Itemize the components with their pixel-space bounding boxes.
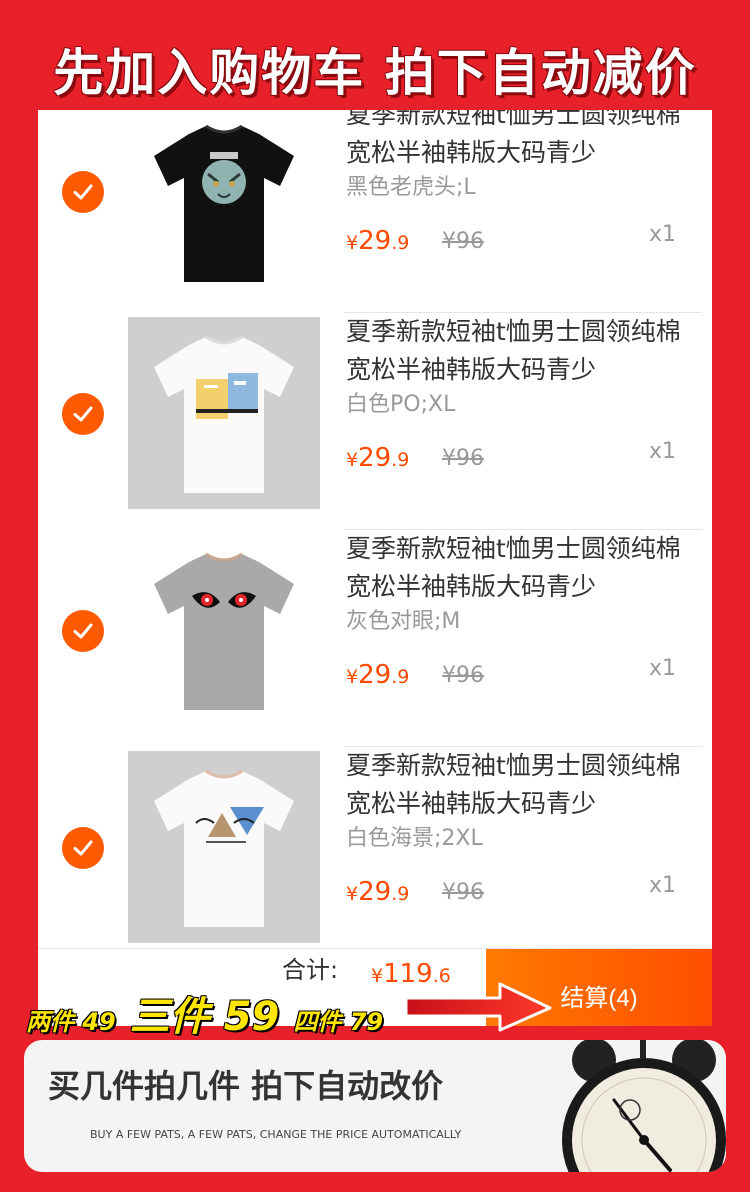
product-price: ¥29.9 bbox=[346, 443, 409, 475]
black-tshirt-image bbox=[154, 124, 294, 282]
price-integer: 29 bbox=[358, 877, 392, 907]
product-quantity[interactable]: x1 bbox=[649, 654, 676, 684]
white-tshirt-image bbox=[154, 335, 294, 493]
product-title[interactable]: 夏季新款短袖t恤男士圆领纯棉宽松半袖韩版大码青少 bbox=[346, 747, 686, 823]
product-title[interactable]: 夏季新款短袖t恤男士圆领纯棉宽松半袖韩版大码青少 bbox=[346, 110, 686, 172]
total-label: 合计: bbox=[282, 956, 339, 984]
product-quantity[interactable]: x1 bbox=[649, 220, 676, 250]
promo-three-items: 三件 59 bbox=[129, 994, 280, 1040]
item-checkbox[interactable] bbox=[62, 827, 104, 869]
cart-item[interactable]: 夏季新款短袖t恤男士圆领纯棉宽松半袖韩版大码青少 灰色对眼;M ¥29.9 ¥9… bbox=[38, 530, 712, 747]
cart-item[interactable]: 夏季新款短袖t恤男士圆领纯棉宽松半袖韩版大码青少 黑色老虎头;L ¥29.9 ¥… bbox=[38, 110, 712, 313]
promo-headline: 先加入购物车 拍下自动减价 bbox=[53, 44, 697, 102]
price-decimal: .9 bbox=[391, 883, 410, 905]
item-checkbox[interactable] bbox=[62, 393, 104, 435]
product-sku: 灰色对眼;M bbox=[346, 609, 461, 634]
checkmark-icon bbox=[73, 623, 93, 639]
item-checkbox[interactable] bbox=[62, 610, 104, 652]
original-price: ¥96 bbox=[442, 880, 484, 905]
product-price: ¥29.9 bbox=[346, 877, 409, 909]
promo-tiers: 两件 49 三件 59 四件 79 bbox=[26, 984, 383, 1040]
checkmark-icon bbox=[73, 406, 93, 422]
gray-tshirt-image bbox=[154, 552, 294, 710]
product-sku: 白色PO;XL bbox=[346, 392, 456, 417]
product-image[interactable] bbox=[128, 751, 320, 943]
price-decimal: .9 bbox=[391, 449, 410, 471]
cart-item[interactable]: 夏季新款短袖t恤男士圆领纯棉宽松半袖韩版大码青少 白色PO;XL ¥29.9 ¥… bbox=[38, 313, 712, 530]
promo-four-items: 四件 79 bbox=[293, 1008, 384, 1036]
currency-symbol: ¥ bbox=[346, 883, 359, 905]
product-image[interactable] bbox=[128, 317, 320, 509]
price-decimal: .9 bbox=[391, 666, 410, 688]
original-price: ¥96 bbox=[442, 229, 484, 254]
currency-symbol: ¥ bbox=[346, 666, 359, 688]
currency-symbol: ¥ bbox=[346, 449, 359, 471]
product-image[interactable] bbox=[128, 110, 320, 298]
original-price: ¥96 bbox=[442, 663, 484, 688]
price-decimal: .9 bbox=[391, 232, 410, 254]
product-price: ¥29.9 bbox=[346, 660, 409, 692]
product-image[interactable] bbox=[128, 534, 320, 726]
footer-title: 买几件拍几件 拍下自动改价 bbox=[48, 1067, 444, 1105]
footer-subtitle: BUY A FEW PATS, A FEW PATS, CHANGE THE P… bbox=[90, 1128, 462, 1141]
alarm-clock-icon bbox=[562, 1040, 726, 1172]
footer-banner: 买几件拍几件 拍下自动改价 BUY A FEW PATS, A FEW PATS… bbox=[24, 1040, 726, 1172]
price-integer: 29 bbox=[358, 226, 392, 256]
price-integer: 29 bbox=[358, 443, 392, 473]
price-integer: 29 bbox=[358, 660, 392, 690]
white-tshirt-image bbox=[154, 769, 294, 927]
item-checkbox[interactable] bbox=[62, 171, 104, 213]
checkmark-icon bbox=[73, 840, 93, 856]
checkmark-icon bbox=[73, 184, 93, 200]
arrow-right-icon bbox=[404, 982, 552, 1032]
product-quantity[interactable]: x1 bbox=[649, 871, 676, 901]
product-price: ¥29.9 bbox=[346, 226, 409, 258]
product-sku: 白色海景;2XL bbox=[346, 826, 483, 851]
cart-list: 夏季新款短袖t恤男士圆领纯棉宽松半袖韩版大码青少 黑色老虎头;L ¥29.9 ¥… bbox=[38, 110, 712, 1026]
cart-item[interactable]: 夏季新款短袖t恤男士圆领纯棉宽松半袖韩版大码青少 白色海景;2XL ¥29.9 … bbox=[38, 747, 712, 964]
product-title[interactable]: 夏季新款短袖t恤男士圆领纯棉宽松半袖韩版大码青少 bbox=[346, 530, 686, 606]
currency-symbol: ¥ bbox=[346, 232, 359, 254]
product-quantity[interactable]: x1 bbox=[649, 437, 676, 467]
product-sku: 黑色老虎头;L bbox=[346, 175, 476, 200]
product-title[interactable]: 夏季新款短袖t恤男士圆领纯棉宽松半袖韩版大码青少 bbox=[346, 313, 686, 389]
original-price: ¥96 bbox=[442, 446, 484, 471]
promo-two-items: 两件 49 bbox=[26, 1008, 116, 1036]
